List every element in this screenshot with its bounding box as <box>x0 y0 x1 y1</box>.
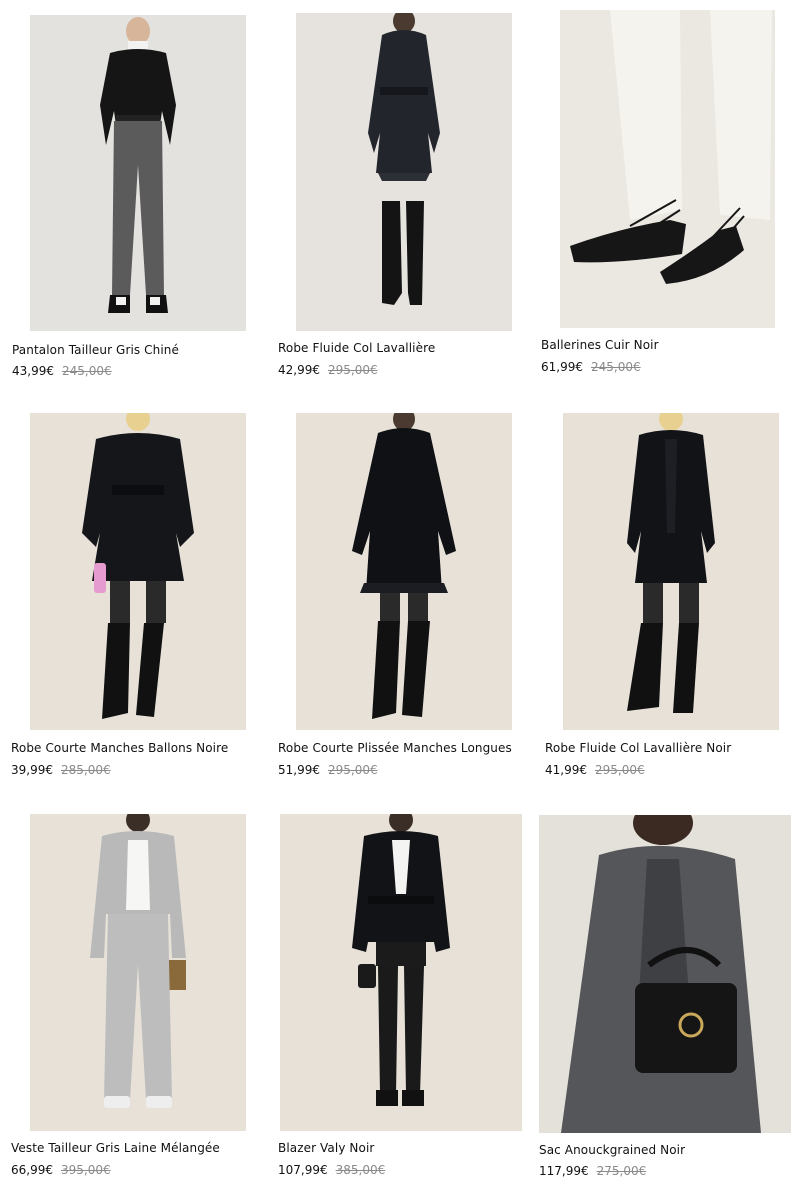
product-prices: 66,99€ 395,00€ <box>11 1163 111 1177</box>
original-price: 295,00€ <box>328 763 378 777</box>
product-prices: 51,99€ 295,00€ <box>278 763 378 777</box>
product-prices: 61,99€ 245,00€ <box>541 360 641 374</box>
product-prices: 41,99€ 295,00€ <box>545 763 645 777</box>
model-grey-suit-icon <box>30 814 246 1131</box>
model-black-bow-dress-icon <box>563 413 779 730</box>
original-price: 295,00€ <box>328 363 378 377</box>
sale-price: 117,99€ <box>539 1164 589 1178</box>
product-name[interactable]: Blazer Valy Noir <box>278 1141 374 1155</box>
product-image[interactable] <box>296 13 512 331</box>
original-price: 385,00€ <box>335 1163 386 1177</box>
product-image[interactable] <box>539 815 791 1133</box>
black-handbag-icon <box>539 815 791 1133</box>
sale-price: 41,99€ <box>545 763 587 777</box>
product-prices: 39,99€ 285,00€ <box>11 763 111 777</box>
product-name[interactable]: Robe Courte Manches Ballons Noire <box>11 741 228 755</box>
product-name[interactable]: Robe Fluide Col Lavallière Noir <box>545 741 731 755</box>
model-black-blazer-icon <box>280 814 522 1131</box>
product-prices: 43,99€ 245,00€ <box>12 364 112 378</box>
sale-price: 107,99€ <box>278 1163 328 1177</box>
original-price: 295,00€ <box>595 763 645 777</box>
model-black-pleated-dress-icon <box>296 413 512 730</box>
sale-price: 43,99€ <box>12 364 54 378</box>
product-image[interactable] <box>30 15 246 331</box>
product-prices: 107,99€ 385,00€ <box>278 1163 385 1177</box>
product-image[interactable] <box>30 814 246 1131</box>
sale-price: 61,99€ <box>541 360 583 374</box>
product-image[interactable] <box>30 413 246 730</box>
product-name[interactable]: Robe Courte Plissée Manches Longues <box>278 741 512 755</box>
sale-price: 51,99€ <box>278 763 320 777</box>
original-price: 245,00€ <box>591 360 641 374</box>
sale-price: 66,99€ <box>11 1163 53 1177</box>
product-name[interactable]: Sac Anouckgrained Noir <box>539 1143 685 1157</box>
product-name[interactable]: Pantalon Tailleur Gris Chiné <box>12 343 179 357</box>
original-price: 245,00€ <box>62 364 112 378</box>
product-prices: 117,99€ 275,00€ <box>539 1164 646 1178</box>
original-price: 285,00€ <box>61 763 111 777</box>
model-grey-trousers-icon <box>30 15 246 331</box>
model-black-wrap-dress-icon <box>30 413 246 730</box>
original-price: 395,00€ <box>61 1163 111 1177</box>
product-image[interactable] <box>296 413 512 730</box>
product-name[interactable]: Veste Tailleur Gris Laine Mélangée <box>11 1141 220 1155</box>
sale-price: 39,99€ <box>11 763 53 777</box>
original-price: 275,00€ <box>596 1164 647 1178</box>
product-name[interactable]: Robe Fluide Col Lavallière <box>278 341 435 355</box>
sale-price: 42,99€ <box>278 363 320 377</box>
product-name[interactable]: Ballerines Cuir Noir <box>541 338 659 352</box>
product-image[interactable] <box>560 10 775 328</box>
ballet-flats-icon <box>560 10 775 328</box>
model-sheer-navy-dress-icon <box>296 13 512 331</box>
product-prices: 42,99€ 295,00€ <box>278 363 378 377</box>
product-image[interactable] <box>280 814 522 1131</box>
product-image[interactable] <box>563 413 779 730</box>
